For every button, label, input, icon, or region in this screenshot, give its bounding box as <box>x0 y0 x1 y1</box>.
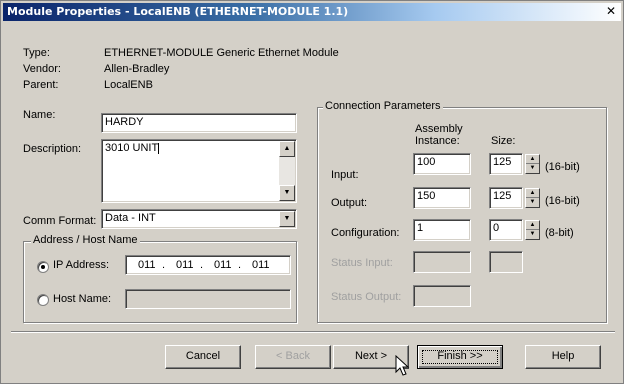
status-input-label: Status Input: <box>331 257 393 269</box>
name-input[interactable]: HARDY <box>101 113 297 133</box>
host-name-radio[interactable] <box>37 294 49 306</box>
spin-down-icon[interactable]: ▼ <box>526 230 539 239</box>
address-group <box>23 241 297 323</box>
spin-up-icon[interactable]: ▲ <box>526 189 539 198</box>
text-caret <box>158 142 160 154</box>
output-size-stepper[interactable]: ▲ ▼ <box>525 188 540 208</box>
input-instance-field[interactable]: 100 <box>413 153 471 175</box>
mouse-pointer-icon <box>395 355 410 376</box>
vendor-value: Allen-Bradley <box>104 63 170 75</box>
configuration-size-unit: (8-bit) <box>545 227 574 239</box>
back-button[interactable]: < Back <box>255 345 331 369</box>
status-input-instance-field[interactable] <box>413 251 471 273</box>
status-output-instance-field[interactable] <box>413 285 471 307</box>
assembly-instance-header-l2: Instance: <box>415 135 460 147</box>
module-properties-dialog: Module Properties - LocalENB (ETHERNET-M… <box>0 0 624 384</box>
parent-value: LocalENB <box>104 79 153 91</box>
ip-dot-1: . <box>162 259 166 271</box>
name-label: Name: <box>23 109 56 121</box>
ip-address-radio[interactable] <box>37 261 49 273</box>
configuration-instance-field[interactable]: 1 <box>413 219 471 241</box>
status-output-label: Status Output: <box>331 291 402 303</box>
configuration-size-stepper[interactable]: ▲ ▼ <box>525 220 540 240</box>
ip-address-label: IP Address: <box>53 259 110 271</box>
spin-down-icon[interactable]: ▼ <box>526 198 539 207</box>
configuration-size-field[interactable]: 0 <box>489 219 523 241</box>
cancel-button[interactable]: Cancel <box>165 345 241 369</box>
output-label: Output: <box>331 197 368 209</box>
button-divider <box>11 331 615 333</box>
input-size-field[interactable]: 125 <box>489 153 523 175</box>
size-header: Size: <box>491 135 516 147</box>
close-icon[interactable]: ✕ <box>603 4 619 19</box>
title-bar[interactable]: Module Properties - LocalENB (ETHERNET-M… <box>3 3 621 21</box>
ip-address-input[interactable]: 011 . 011 . 011 . 011 <box>125 255 291 275</box>
output-instance-field[interactable]: 150 <box>413 187 471 209</box>
ip-octet-4: 011 <box>252 259 270 271</box>
ip-octet-3: 011 <box>214 259 232 271</box>
input-label: Input: <box>331 169 359 181</box>
input-size-stepper[interactable]: ▲ ▼ <box>525 154 540 174</box>
finish-button[interactable]: Finish >> <box>417 345 503 369</box>
description-scrollbar[interactable]: ▲ ▼ <box>279 141 295 201</box>
chevron-down-icon[interactable]: ▼ <box>279 211 295 227</box>
parent-label: Parent: <box>23 79 59 91</box>
host-name-label: Host Name: <box>53 293 112 305</box>
scroll-up-icon[interactable]: ▲ <box>279 141 295 157</box>
comm-format-label: Comm Format: <box>23 215 97 227</box>
configuration-label: Configuration: <box>331 227 400 239</box>
description-textarea[interactable]: 3010 UNIT <box>101 139 297 203</box>
connection-parameters-title: Connection Parameters <box>323 100 443 112</box>
spin-up-icon[interactable]: ▲ <box>526 155 539 164</box>
input-size-unit: (16-bit) <box>545 161 580 173</box>
ip-octet-2: 011 <box>176 259 194 271</box>
spin-up-icon[interactable]: ▲ <box>526 221 539 230</box>
scroll-down-icon[interactable]: ▼ <box>279 185 295 201</box>
comm-format-select[interactable]: Data - INT <box>101 209 297 229</box>
description-label: Description: <box>23 143 82 155</box>
type-value: ETHERNET-MODULE Generic Ethernet Module <box>104 47 339 59</box>
help-button[interactable]: Help <box>525 345 601 369</box>
address-group-title: Address / Host Name <box>31 234 140 246</box>
output-size-unit: (16-bit) <box>545 195 580 207</box>
status-input-size-field[interactable] <box>489 251 523 273</box>
spin-down-icon[interactable]: ▼ <box>526 164 539 173</box>
ip-dot-2: . <box>200 259 204 271</box>
window-title: Module Properties - LocalENB (ETHERNET-M… <box>7 5 349 18</box>
assembly-instance-header-l1: Assembly <box>415 123 463 135</box>
ip-octet-1: 011 <box>138 259 156 271</box>
vendor-label: Vendor: <box>23 63 61 75</box>
type-label: Type: <box>23 47 50 59</box>
description-text: 3010 UNIT <box>105 142 159 154</box>
ip-dot-3: . <box>238 259 242 271</box>
output-size-field[interactable]: 125 <box>489 187 523 209</box>
host-name-input[interactable] <box>125 289 291 309</box>
